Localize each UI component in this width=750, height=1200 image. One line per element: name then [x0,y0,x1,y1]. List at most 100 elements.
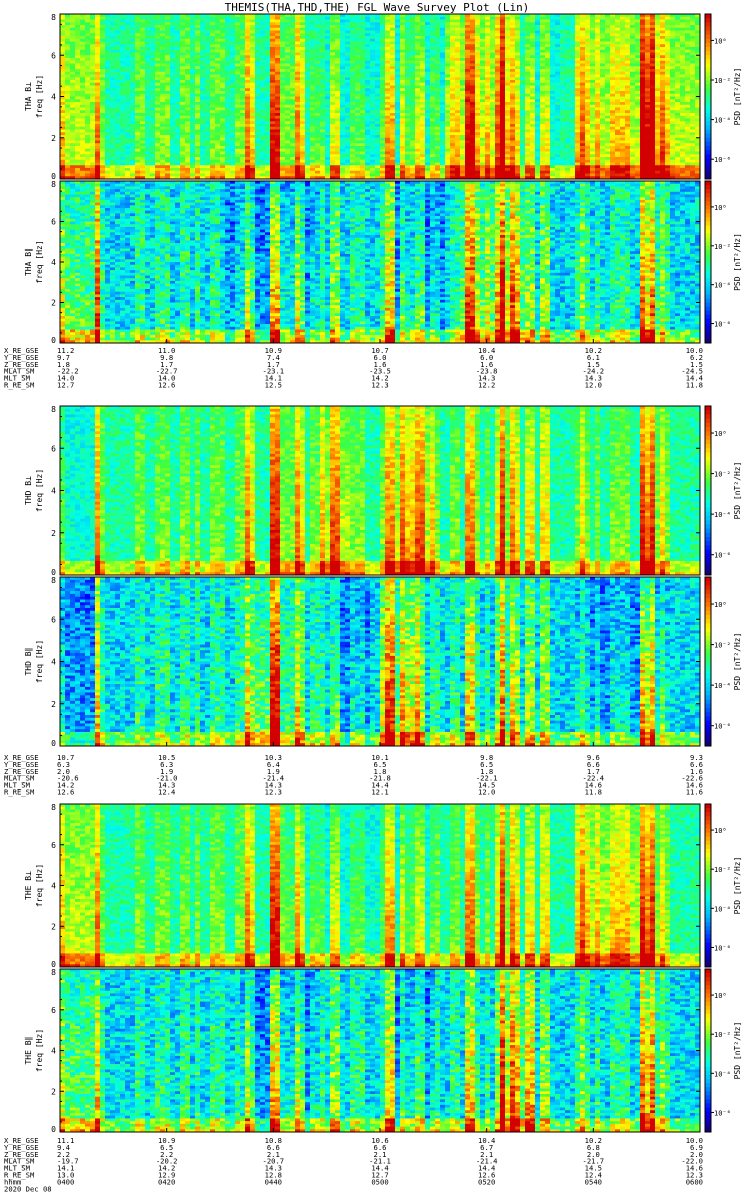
spectrogram-cell [145,53,150,56]
spectrogram-cell [95,50,100,53]
spectrogram-cell [185,61,190,64]
spectrogram-cell [210,64,215,67]
spectrogram-cell [165,86,170,89]
spectrogram-cell [145,141,150,144]
spectrogram-cell [200,146,205,149]
spectrogram-cell [140,33,145,36]
spectrogram-cell [125,61,130,64]
spectrogram-cell [210,130,215,133]
spectrogram-cell [210,99,215,102]
spectrogram-cell [160,72,165,75]
spectrogram-cell [110,31,115,34]
spectrogram-cell [130,102,135,105]
spectrogram-cell [145,20,150,23]
spectrogram-cell [205,80,210,83]
spectrogram-cell [115,132,120,135]
spectrogram-cell [60,152,65,155]
spectrogram-cell [170,163,175,166]
spectrogram-cell [95,47,100,50]
spectrogram-cell [70,53,75,56]
spectrogram-cell [145,61,150,64]
spectrogram-cell [175,152,180,155]
spectrogram-cell [90,72,95,75]
spectrogram-cell [210,69,215,72]
spectrogram-cell [170,165,175,168]
spectrogram-cell [100,99,105,102]
spectrogram-cell [70,25,75,28]
spectrogram-cell [65,116,70,119]
spectrogram-cell [130,108,135,111]
spectrogram-cell [95,66,100,69]
spectrogram-cell [100,160,105,163]
spectrogram-cell [165,44,170,47]
spectrogram-cell [185,44,190,47]
spectrogram-cell [165,72,170,75]
spectrogram-cell [125,121,130,124]
spectrogram-cell [140,127,145,130]
spectrogram-cell [105,152,110,155]
spectrogram-cell [80,146,85,149]
spectrogram-cell [145,113,150,116]
spectrogram-cell [205,28,210,31]
spectrogram-cell [85,163,90,166]
spectrogram-cell [175,146,180,149]
spectrogram-cell [70,77,75,80]
spectrogram-cell [120,163,125,166]
spectrogram-cell [175,64,180,67]
spectrogram-cell [80,102,85,105]
spectrogram-cell [135,146,140,149]
spectrogram-cell [65,72,70,75]
spectrogram-cell [60,113,65,116]
spectrogram-cell [120,17,125,20]
spectrogram-cell [80,132,85,135]
spectrogram-cell [155,53,160,56]
spectrogram-cell [95,130,100,133]
spectrogram-cell [70,91,75,94]
spectrogram-cell [110,116,115,119]
spectrogram-cell [115,119,120,122]
spectrogram-cell [210,102,215,105]
spectrogram-cell [190,17,195,20]
spectrogram-cell [180,146,185,149]
spectrogram-cell [110,102,115,105]
spectrogram-cell [80,116,85,119]
spectrogram-cell [90,146,95,149]
spectrogram-cell [130,22,135,25]
spectrogram-cell [155,61,160,64]
spectrogram-cell [180,31,185,34]
spectrogram-cell [130,143,135,146]
spectrogram-cell [65,94,70,97]
spectrogram-cell [70,47,75,50]
spectrogram-cell [100,53,105,56]
spectrogram-cell [75,116,80,119]
spectrogram-cell [120,58,125,61]
spectrogram-cell [190,53,195,56]
spectrogram-cell [80,75,85,78]
spectrogram-cell [65,64,70,67]
spectrogram-cell [180,22,185,25]
spectrogram-cell [65,119,70,122]
spectrogram-cell [60,124,65,127]
spectrogram-cell [185,55,190,58]
spectrogram-cell [85,22,90,25]
spectrogram-cell [100,146,105,149]
spectrogram-cell [100,28,105,31]
spectrogram-cell [210,174,215,177]
spectrogram-cell [215,25,220,28]
spectrogram-cell [95,17,100,20]
spectrogram-cell [120,28,125,31]
spectrogram-cell [175,171,180,174]
spectrogram-cell [140,72,145,75]
spectrogram-cell [140,110,145,113]
spectrogram-cell [120,80,125,83]
spectrogram-cell [90,36,95,39]
spectrogram-cell [180,127,185,130]
spectrogram-cell [80,64,85,67]
spectrogram-cell [160,119,165,122]
spectrogram-cell [215,17,220,20]
spectrogram-cell [75,105,80,108]
spectrogram-cell [190,86,195,89]
spectrogram-cell [95,69,100,72]
spectrogram-cell [70,39,75,42]
spectrogram-cell [190,39,195,42]
